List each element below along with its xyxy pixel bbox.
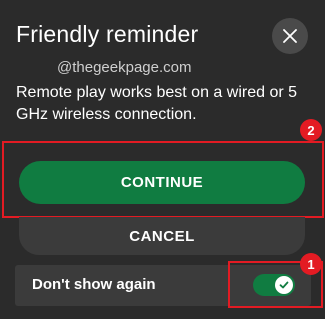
watermark-text: @thegeekpage.com: [57, 59, 192, 76]
annotation-badge-2: 2: [300, 119, 322, 141]
close-icon: [283, 29, 297, 43]
dialog-title: Friendly reminder: [16, 21, 199, 47]
cancel-button[interactable]: CANCEL: [19, 217, 305, 255]
dialog-message: Remote play works best on a wired or 5 G…: [16, 84, 298, 123]
close-button[interactable]: [272, 18, 308, 54]
continue-button[interactable]: CONTINUE: [19, 161, 305, 204]
annotation-badge-1: 1: [300, 253, 322, 275]
dont-show-again-label: Don't show again: [32, 276, 156, 293]
friendly-reminder-dialog: Friendly reminder @thegeekpage.com Remot…: [0, 0, 325, 319]
